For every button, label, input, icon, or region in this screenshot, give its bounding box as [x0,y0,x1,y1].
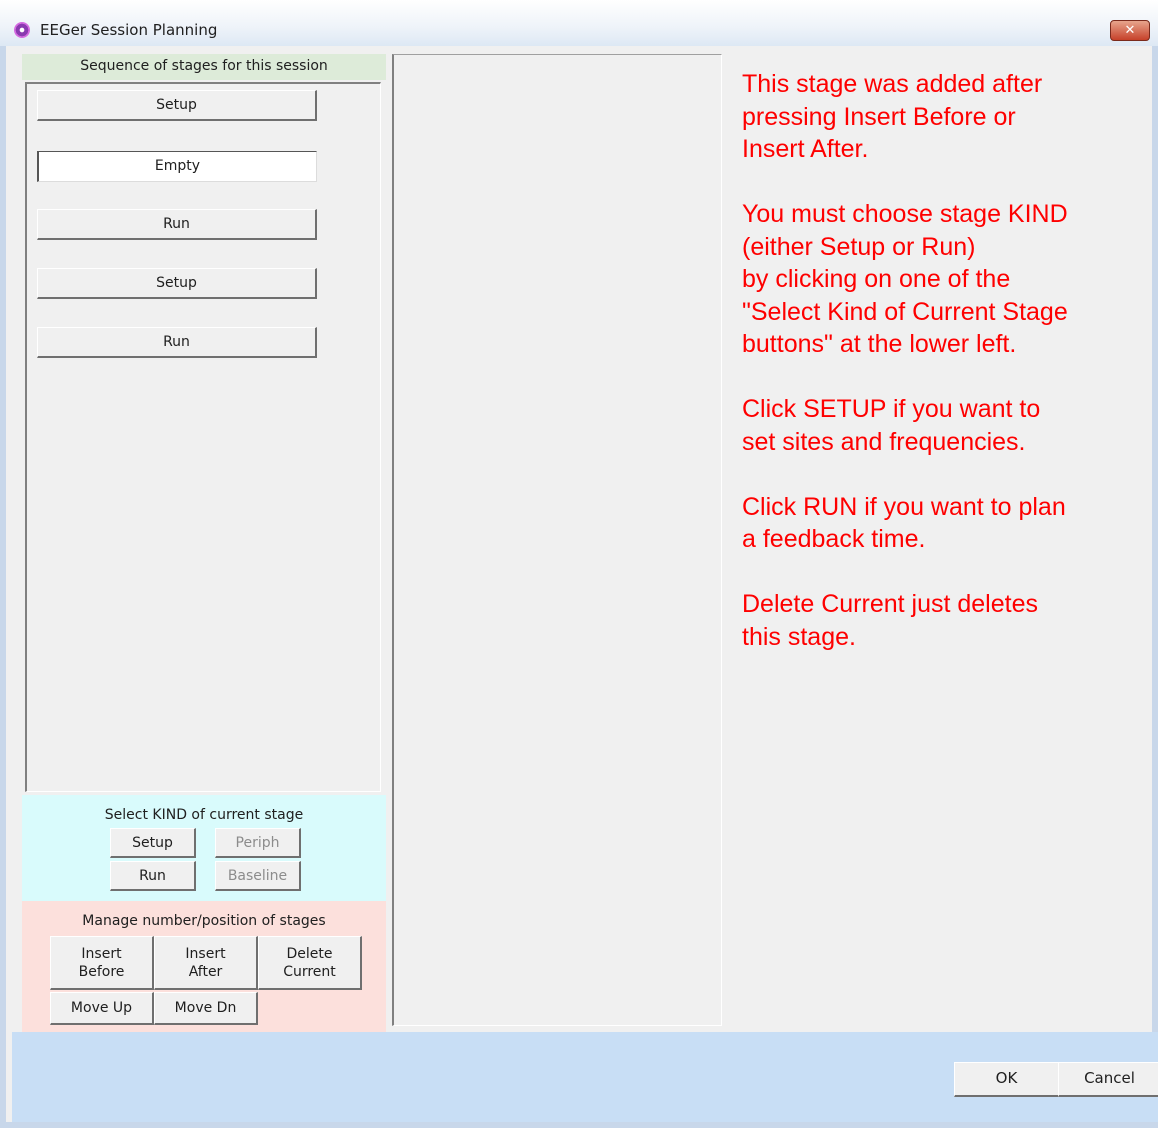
stage-button-empty[interactable]: Empty [37,151,317,182]
stage-sequence-list: Setup Empty Run Setup Run [25,82,381,792]
stage-button-run[interactable]: Run [37,327,317,358]
move-up-button[interactable]: Move Up [50,992,154,1025]
insert-after-button[interactable]: Insert After [154,936,258,990]
eeger-app-icon [14,22,30,38]
kind-run-button[interactable]: Run [110,861,196,891]
manage-stages-label: Manage number/position of stages [82,913,326,929]
cancel-button[interactable]: Cancel [1058,1062,1158,1097]
stage-kind-label: Select KIND of current stage [104,807,304,823]
stage-button-setup[interactable]: Setup [37,268,317,299]
delete-current-button[interactable]: Delete Current [258,936,362,990]
dialog-button-bar: OK Cancel [12,1032,1158,1122]
left-panel: Sequence of stages for this session Setu… [22,54,386,1084]
sequence-header: Sequence of stages for this session [22,54,386,80]
insert-before-button[interactable]: Insert Before [50,936,154,990]
stage-button-setup[interactable]: Setup [37,90,317,121]
ok-button[interactable]: OK [954,1062,1060,1097]
window-title: EEGer Session Planning [40,21,218,39]
session-planning-window: EEGer Session Planning ✕ Sequence of sta… [0,0,1158,1128]
stage-button-run[interactable]: Run [37,209,317,240]
kind-periph-button[interactable]: Periph [215,828,301,858]
stage-kind-section: Select KIND of current stage Setup Perip… [22,795,386,901]
title-bar[interactable]: EEGer Session Planning ✕ [0,0,1158,46]
stage-detail-panel [392,54,722,1026]
kind-baseline-button[interactable]: Baseline [215,861,301,891]
instruction-text: This stage was added after pressing Inse… [742,70,1068,651]
move-down-button[interactable]: Move Dn [154,992,258,1025]
close-button[interactable]: ✕ [1110,20,1150,41]
kind-setup-button[interactable]: Setup [110,828,196,858]
